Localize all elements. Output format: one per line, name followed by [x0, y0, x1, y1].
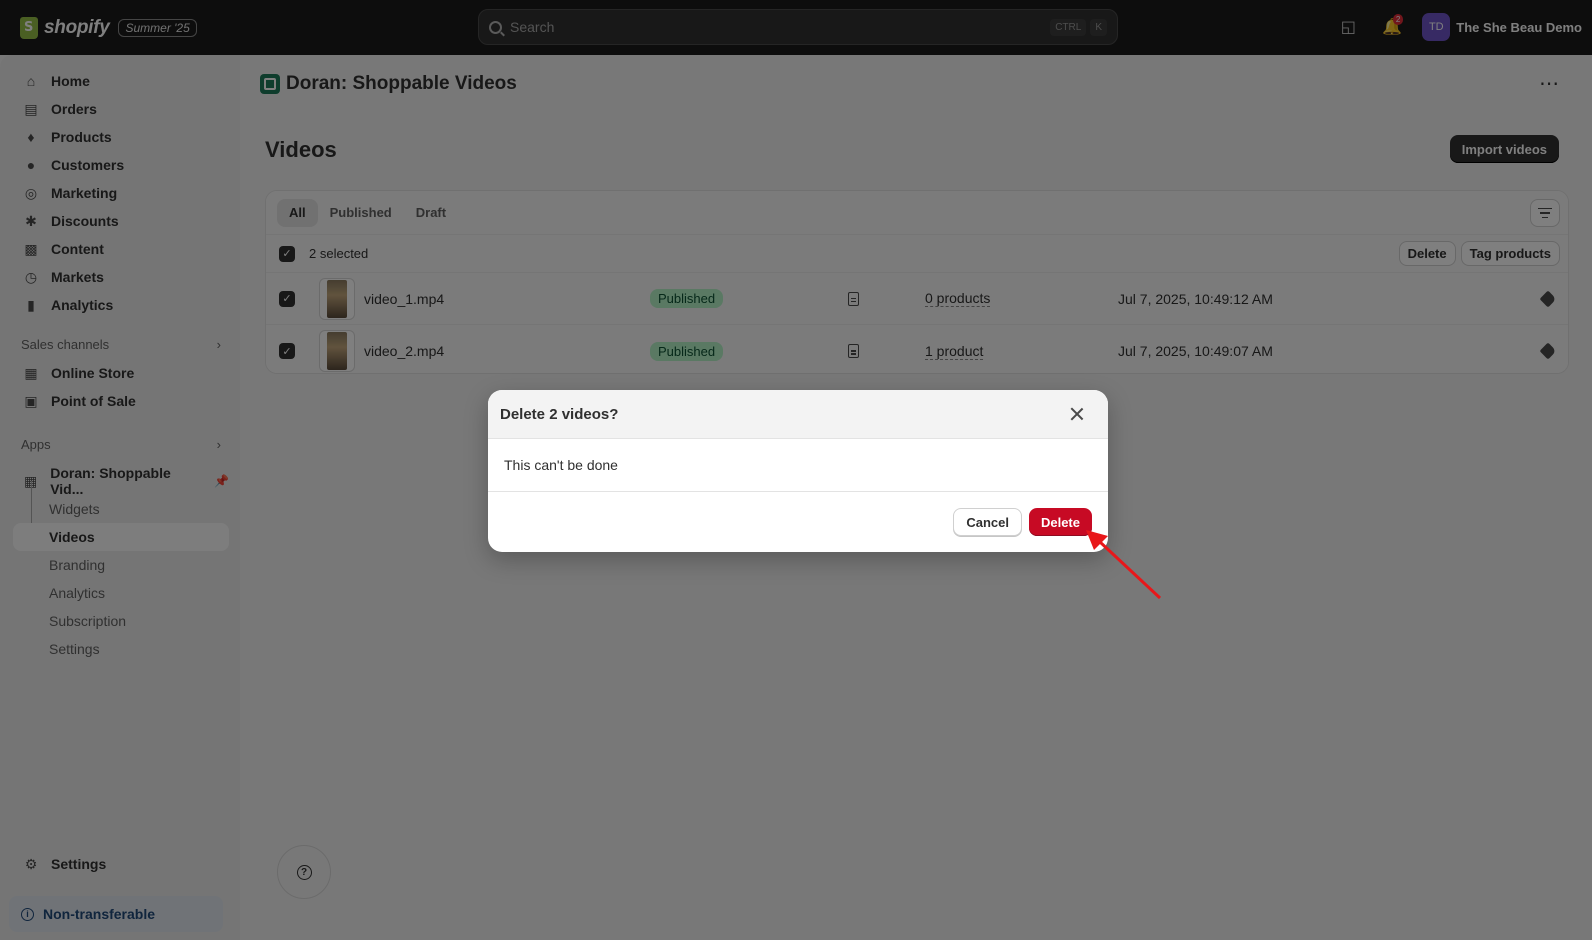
modal-message: This can't be done: [504, 457, 618, 473]
modal-footer: Cancel Delete: [488, 492, 1108, 552]
modal-header: Delete 2 videos?: [488, 390, 1108, 439]
cancel-button[interactable]: Cancel: [953, 508, 1022, 536]
confirm-delete-button[interactable]: Delete: [1028, 508, 1092, 536]
annotation-arrow: [1086, 530, 1162, 600]
close-icon[interactable]: [1070, 407, 1084, 421]
modal-title: Delete 2 videos?: [500, 405, 619, 423]
delete-confirm-modal: Delete 2 videos? This can't be done Canc…: [488, 390, 1108, 552]
modal-body: This can't be done: [488, 439, 1108, 492]
